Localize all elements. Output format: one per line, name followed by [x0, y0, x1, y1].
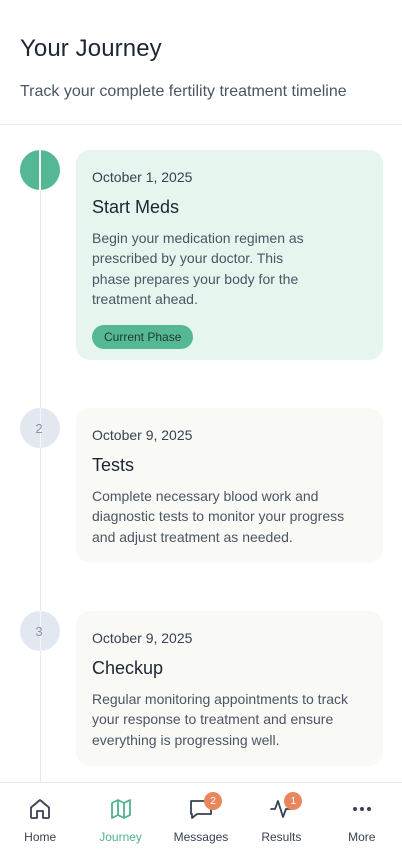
- bottom-nav: Home Journey 2 Messages 1 Results More: [0, 782, 402, 852]
- card-date: October 9, 2025: [92, 630, 193, 646]
- timeline-card-start-meds[interactable]: October 1, 2025 Start Meds Begin your me…: [76, 150, 383, 360]
- chat-icon: 2: [188, 792, 222, 822]
- nav-label: Results: [261, 830, 302, 844]
- journey-screen: Your Journey Track your complete fertili…: [0, 0, 402, 852]
- step-marker-1: 1: [20, 150, 60, 190]
- nav-label: More: [348, 830, 376, 844]
- page-title: Your Journey: [20, 35, 162, 62]
- nav-messages[interactable]: 2 Messages: [161, 783, 241, 844]
- nav-results[interactable]: 1 Results: [241, 783, 321, 844]
- step-marker-2: 2: [20, 408, 60, 448]
- card-description: Regular monitoring appointments to track…: [92, 691, 349, 748]
- timeline[interactable]: 1 October 1, 2025 Start Meds Begin your …: [0, 126, 402, 782]
- page-subtitle: Track your complete fertility treatment …: [20, 83, 347, 100]
- card-description: Complete necessary blood work and diagno…: [92, 488, 345, 545]
- nav-home[interactable]: Home: [0, 783, 80, 844]
- card-title: Tests: [92, 455, 135, 475]
- more-dots-icon: [349, 796, 375, 822]
- card-title: Start Meds: [92, 197, 180, 217]
- activity-icon: 1: [268, 792, 303, 822]
- nav-label: Journey: [99, 830, 142, 844]
- step-number: 2: [35, 420, 43, 436]
- page-header: Your Journey Track your complete fertili…: [0, 0, 402, 125]
- step-marker-3: 3: [20, 611, 60, 651]
- nav-label: Messages: [173, 830, 229, 844]
- map-icon: [108, 796, 134, 822]
- card-description: Begin your medication regimen as prescri…: [92, 230, 304, 307]
- timeline-card-checkup[interactable]: October 9, 2025 Checkup Regular monitori…: [76, 611, 383, 766]
- timeline-line: [40, 150, 41, 782]
- card-date: October 1, 2025: [92, 169, 193, 185]
- card-date: October 9, 2025: [92, 427, 193, 443]
- nav-label: Home: [24, 830, 57, 844]
- current-phase-badge: Current Phase: [92, 325, 194, 350]
- timeline-card-tests[interactable]: October 9, 2025 Tests Complete necessary…: [76, 408, 383, 563]
- messages-badge: 2: [203, 792, 222, 810]
- nav-more[interactable]: More: [322, 783, 402, 844]
- nav-journey[interactable]: Journey: [81, 783, 161, 844]
- step-number: 3: [35, 623, 43, 639]
- card-title: Checkup: [92, 658, 164, 678]
- results-badge: 1: [284, 792, 303, 810]
- home-icon: [27, 796, 53, 822]
